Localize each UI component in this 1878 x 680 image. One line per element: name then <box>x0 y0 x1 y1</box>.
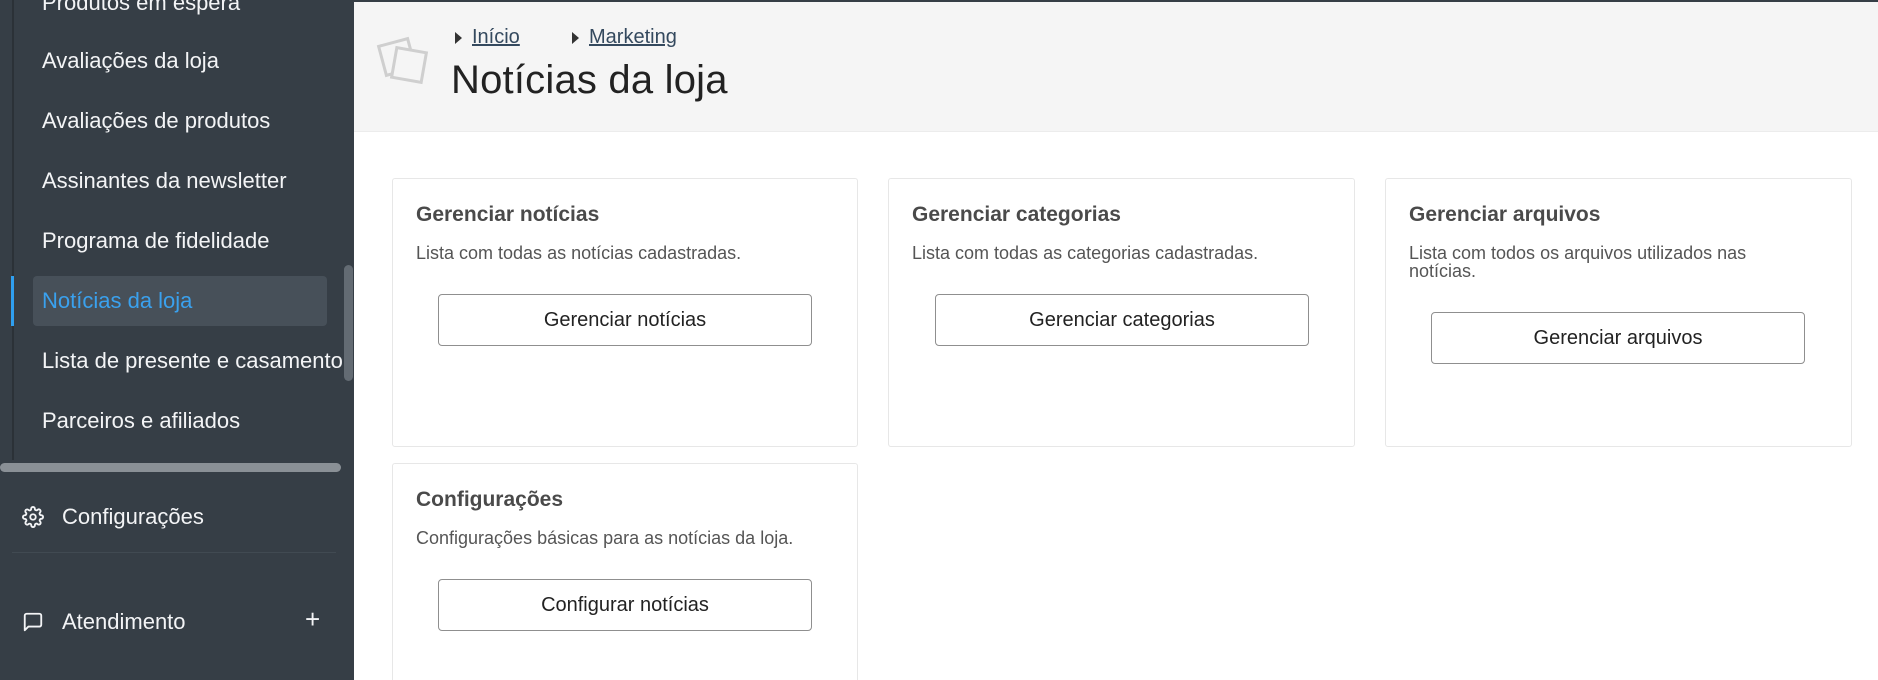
configurar-noticias-button[interactable]: Configurar notícias <box>438 579 812 631</box>
page-title: Notícias da loja <box>451 58 728 102</box>
card-gerenciar-categorias: Gerenciar categorias Lista com todas as … <box>888 178 1355 447</box>
breadcrumb-link-marketing[interactable]: Marketing <box>589 26 677 49</box>
expand-plus-icon[interactable]: + <box>305 606 320 632</box>
card-description: Lista com todos os arquivos utilizados n… <box>1409 243 1747 281</box>
card-title: Gerenciar arquivos <box>1409 203 1601 226</box>
card-configuracoes: Configurações Configurações básicas para… <box>392 463 858 680</box>
sidebar-item-fidelidade[interactable]: Programa de fidelidade <box>42 228 269 254</box>
breadcrumb-item-marketing: Marketing <box>572 26 677 49</box>
app-logo-icon <box>376 36 429 85</box>
gerenciar-categorias-button[interactable]: Gerenciar categorias <box>935 294 1309 346</box>
sidebar-section-label: Atendimento <box>62 609 186 634</box>
card-description: Lista com todas as categorias cadastrada… <box>912 243 1259 263</box>
sidebar-item-avaliacoes-produtos[interactable]: Avaliações de produtos <box>42 108 270 134</box>
sidebar-rail <box>12 0 14 460</box>
sidebar-item-noticias[interactable]: Notícias da loja <box>42 288 192 314</box>
sidebar-item-avaliacoes-loja[interactable]: Avaliações da loja <box>42 48 219 74</box>
sidebar-section-atendimento[interactable]: Atendimento <box>22 609 186 635</box>
sidebar-item-lista-presente[interactable]: Lista de presente e casamento <box>42 348 343 374</box>
breadcrumb-link-inicio[interactable]: Início <box>472 26 520 49</box>
breadcrumb-arrow-icon <box>572 31 579 44</box>
sidebar-item-newsletter[interactable]: Assinantes da newsletter <box>42 168 287 194</box>
card-title: Gerenciar notícias <box>416 203 600 226</box>
sidebar-vertical-scrollbar[interactable] <box>344 265 353 381</box>
sidebar-divider <box>12 552 336 553</box>
card-title: Gerenciar categorias <box>912 203 1121 226</box>
card-title: Configurações <box>416 488 564 511</box>
sidebar-item-produtos-em-espera[interactable]: Produtos em espera <box>42 0 240 16</box>
gear-icon <box>22 506 44 528</box>
breadcrumb-item-inicio: Início <box>455 26 520 49</box>
page-header: Início Marketing Notícias da loja <box>354 0 1878 132</box>
card-description: Lista com todas as notícias cadastradas. <box>416 243 742 263</box>
breadcrumb-arrow-icon <box>455 31 462 44</box>
card-gerenciar-arquivos: Gerenciar arquivos Lista com todos os ar… <box>1385 178 1852 447</box>
sidebar-active-indicator <box>11 276 14 326</box>
sidebar-section-label: Configurações <box>62 504 204 529</box>
sidebar-section-configuracoes[interactable]: Configurações <box>22 504 204 530</box>
sidebar: Produtos em espera Avaliações da loja Av… <box>0 0 354 680</box>
card-gerenciar-noticias: Gerenciar notícias Lista com todas as no… <box>392 178 858 447</box>
gerenciar-arquivos-button[interactable]: Gerenciar arquivos <box>1431 312 1805 364</box>
gerenciar-noticias-button[interactable]: Gerenciar notícias <box>438 294 812 346</box>
sidebar-horizontal-scrollbar[interactable] <box>0 463 341 472</box>
chat-icon <box>23 612 43 632</box>
sidebar-item-parceiros[interactable]: Parceiros e afiliados <box>42 408 240 434</box>
card-description: Configurações básicas para as notícias d… <box>416 528 794 548</box>
